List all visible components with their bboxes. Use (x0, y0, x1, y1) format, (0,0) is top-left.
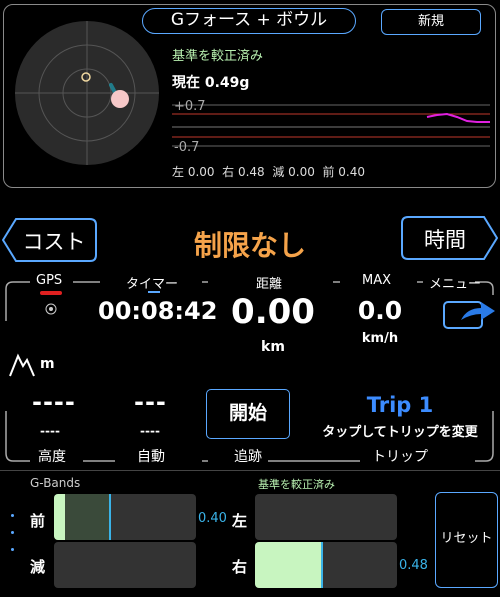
time-button-label: 時間 (424, 228, 466, 252)
gforce-readout: 左 0.00 右 0.48 減 0.00 前 0.40 (172, 165, 366, 179)
gforce-graph: +0.7 -0.7 (172, 99, 490, 155)
start-button[interactable]: 開始 (206, 389, 290, 439)
timer-label: タイマー (126, 277, 179, 292)
current-gforce: 現在 0.49g (172, 75, 250, 91)
section-divider (0, 470, 500, 471)
cost-button[interactable]: コスト (2, 218, 97, 262)
indicator-dot (11, 548, 14, 551)
track-label: 追跡 (234, 449, 262, 465)
front-value: 0.40 (198, 511, 227, 526)
altitude-icon (9, 353, 35, 377)
gforce-marker (111, 90, 129, 108)
trip-label: トリップ (372, 449, 428, 465)
gps-label: GPS (36, 273, 63, 288)
trip-change-hint[interactable]: タップしてトリップを変更 (300, 421, 500, 440)
gps-signal-bar (40, 291, 62, 295)
altitude-label: 高度 (38, 449, 66, 465)
max-speed-unit: km/h (361, 331, 399, 346)
right-label: 右 (232, 558, 248, 576)
gforce-bowl (15, 21, 159, 165)
distance-value: 0.00 (231, 292, 315, 332)
left-bar (255, 494, 397, 540)
graph-lower-label: -0.7 (174, 140, 199, 155)
share-icon[interactable] (443, 298, 497, 330)
altitude-unit: m (40, 356, 55, 372)
altitude-sub: ---- (40, 424, 60, 438)
calibration-status: 基準を較正済み (172, 49, 264, 64)
gps-target-icon (45, 303, 57, 315)
left-label: 左 (232, 512, 248, 530)
new-button[interactable]: 新規 (381, 9, 481, 35)
timer-value: 00:08:42 (98, 297, 218, 325)
front-bar-fill (54, 494, 111, 540)
auto-label: 自動 (137, 449, 165, 465)
max-label: MAX (362, 273, 392, 288)
limit-status: 制限なし (193, 229, 306, 262)
front-label: 前 (30, 512, 46, 530)
max-speed-value: 0.0 (357, 296, 403, 325)
right-value: 0.48 (399, 558, 428, 573)
graph-upper-label: +0.7 (174, 99, 206, 114)
cost-button-label: コスト (23, 230, 86, 254)
brake-bar (54, 542, 196, 588)
auto-sub: ---- (140, 424, 160, 438)
indicator-dot (11, 514, 14, 517)
right-bar (255, 542, 397, 588)
altitude-value: ---- (32, 388, 76, 416)
time-button[interactable]: 時間 (401, 216, 498, 260)
distance-label: 距離 (256, 277, 283, 292)
right-bar-fill (255, 542, 323, 588)
page-title: Gフォース + ボウル (142, 8, 356, 34)
distance-unit: km (261, 339, 285, 355)
reset-button[interactable]: リセット (435, 492, 498, 588)
indicator-dot (11, 531, 14, 534)
menu-label[interactable]: メニュー (429, 273, 481, 292)
timer-indicator (148, 291, 160, 293)
gbands-calibration: 基準を較正済み (258, 478, 335, 491)
brake-label: 減 (30, 558, 46, 576)
trip-name[interactable]: Trip 1 (340, 393, 460, 417)
gbands-title: G-Bands (30, 476, 81, 490)
auto-value: --- (134, 388, 167, 416)
front-bar (54, 494, 196, 540)
